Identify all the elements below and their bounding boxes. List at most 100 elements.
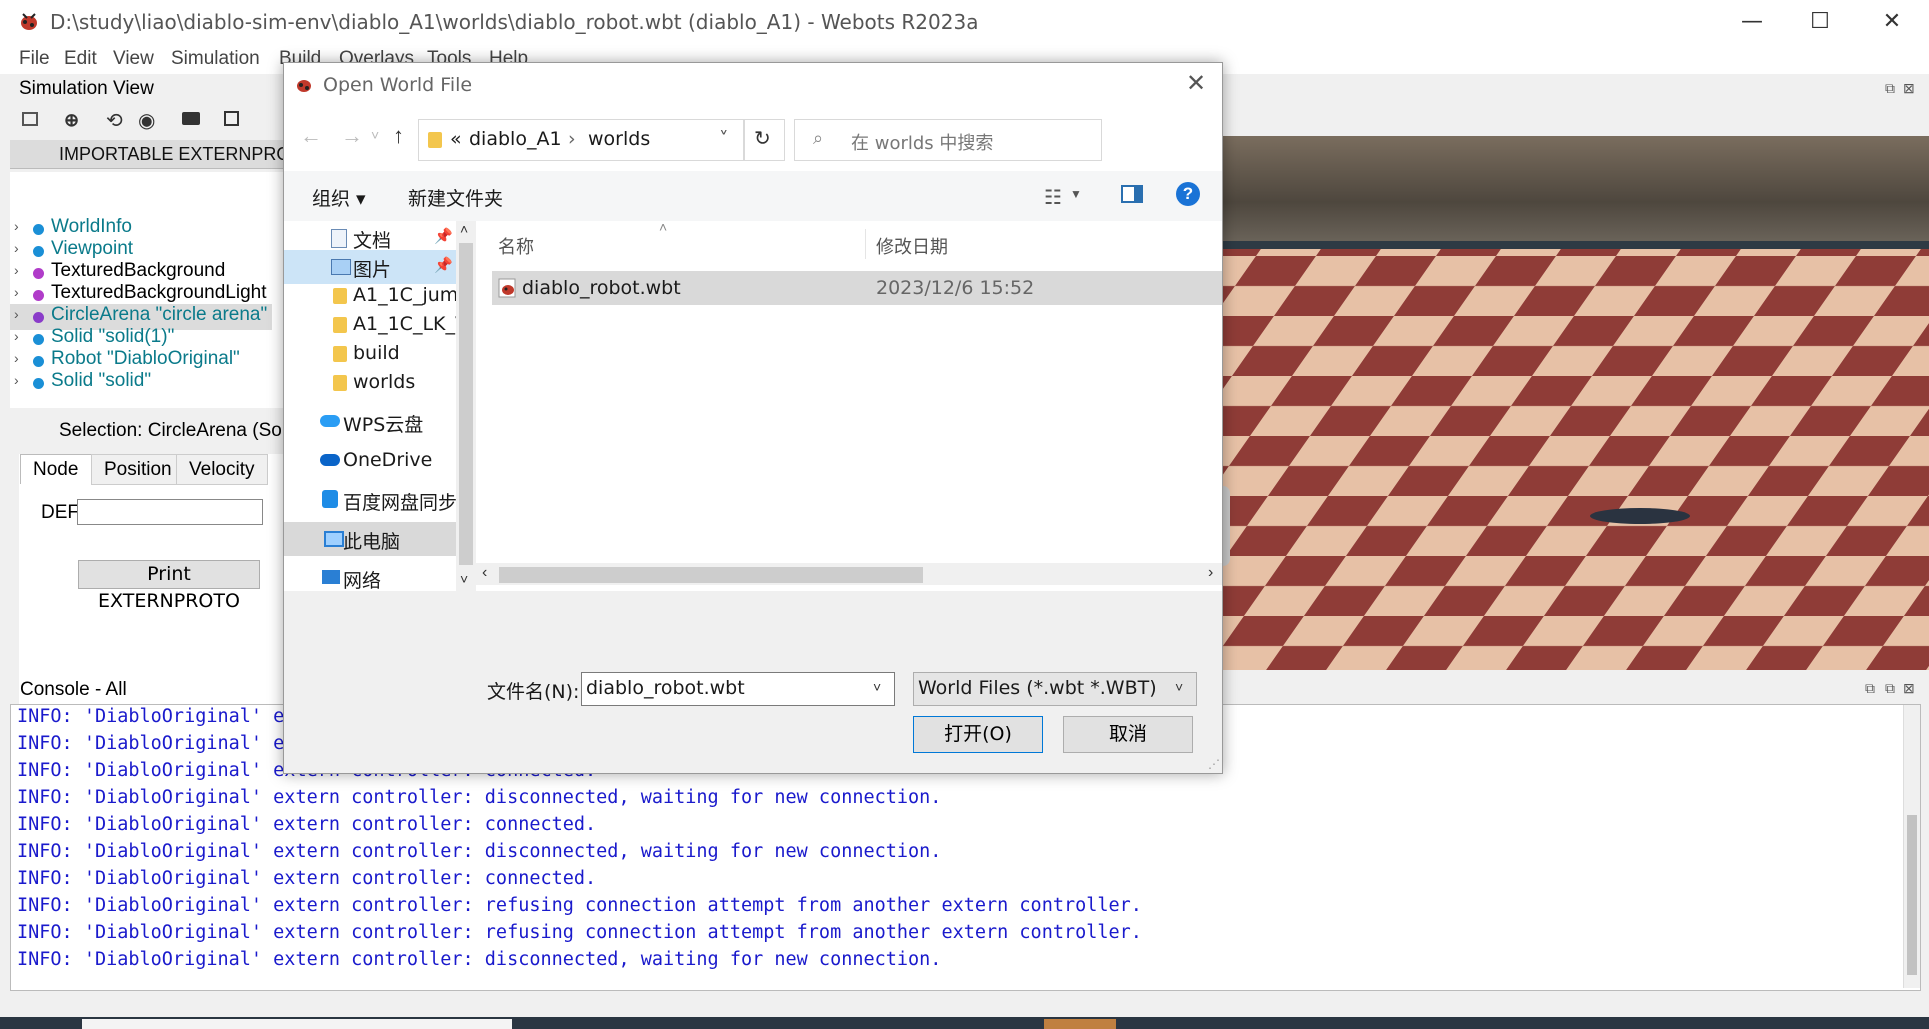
expand-arrow-icon[interactable]: ›: [14, 262, 19, 278]
console-undock-icon[interactable]: ⧉: [1865, 680, 1875, 697]
organize-menu[interactable]: 组织 ▾: [312, 184, 366, 211]
expand-arrow-icon[interactable]: ›: [14, 350, 19, 366]
column-divider[interactable]: [865, 229, 866, 259]
console-scrollbar-thumb[interactable]: [1907, 815, 1917, 975]
column-header-name[interactable]: 名称: [498, 233, 534, 259]
scroll-left-icon[interactable]: ‹: [482, 564, 487, 582]
breadcrumb-part[interactable]: diablo_A1: [469, 128, 562, 150]
nav-item-onedrive[interactable]: OneDrive: [284, 444, 456, 478]
robot-shadow: [1590, 508, 1690, 524]
open-folder-icon[interactable]: [182, 112, 200, 125]
eye-icon[interactable]: ◉: [138, 108, 155, 133]
expand-arrow-icon[interactable]: ›: [14, 372, 19, 388]
preview-pane-icon[interactable]: [1121, 185, 1143, 203]
3d-scene-view[interactable]: [1220, 136, 1929, 670]
console-close-icon[interactable]: ⊠: [1903, 680, 1915, 697]
dialog-title: Open World File: [323, 74, 473, 96]
cancel-button[interactable]: 取消: [1063, 716, 1193, 753]
hscrollbar-thumb[interactable]: [499, 567, 923, 583]
chevron-down-icon[interactable]: ˅: [719, 128, 729, 150]
console-line: INFO: 'DiabloOriginal' extern controller…: [17, 814, 597, 835]
node-dot-icon: [33, 312, 44, 323]
save-icon[interactable]: [224, 111, 239, 126]
console-line: INFO: 'DiabloOriginal' extern controller…: [17, 787, 942, 808]
view-options-icon[interactable]: ☷: [1044, 185, 1062, 210]
close-window-button[interactable]: ✕: [1872, 6, 1912, 38]
up-arrow-icon[interactable]: ↑: [393, 123, 404, 149]
resize-grip-icon[interactable]: ⋰: [1208, 757, 1220, 771]
taskbar-search-box[interactable]: [82, 1019, 512, 1029]
chevron-down-icon[interactable]: ˅: [1175, 679, 1183, 695]
expand-arrow-icon[interactable]: ›: [14, 284, 19, 300]
expand-arrow-icon[interactable]: ›: [14, 328, 19, 344]
taskbar-strip: [0, 1017, 1929, 1029]
nav-item-worlds[interactable]: worlds: [284, 366, 456, 400]
folder-icon: [333, 375, 347, 391]
refresh-icon: ↻: [754, 128, 771, 150]
expand-arrow-icon[interactable]: ›: [14, 218, 19, 234]
filename-input[interactable]: diablo_robot.wbt ˅: [581, 672, 895, 706]
search-input[interactable]: 在 worlds 中搜索: [851, 129, 993, 155]
console-float-icon[interactable]: ⧉: [1885, 680, 1895, 697]
menu-view[interactable]: View: [113, 48, 154, 70]
back-arrow-icon[interactable]: ←: [300, 123, 322, 149]
node-dot-icon: [33, 378, 44, 389]
help-icon[interactable]: ?: [1176, 182, 1200, 206]
expand-arrow-icon[interactable]: ›: [14, 306, 19, 322]
new-folder-button[interactable]: 新建文件夹: [408, 184, 503, 211]
reload-icon[interactable]: ⟲: [106, 108, 123, 133]
importable-externproto-header[interactable]: IMPORTABLE EXTERNPROTO: [10, 140, 315, 169]
expand-arrow-icon[interactable]: ›: [14, 240, 19, 256]
console-scrollbar[interactable]: [1903, 705, 1920, 988]
taskbar-app-icon[interactable]: [1044, 1019, 1116, 1029]
breadcrumb-part[interactable]: worlds: [588, 128, 650, 150]
menu-edit[interactable]: Edit: [64, 48, 97, 70]
navigation-scrollbar[interactable]: ˄ ˅: [456, 221, 476, 591]
picture-icon: [331, 259, 351, 275]
tab-position[interactable]: Position: [91, 454, 178, 485]
chevron-down-icon[interactable]: ˅: [873, 679, 881, 695]
simulation-view-title: Simulation View: [19, 78, 154, 99]
scroll-up-icon[interactable]: ˄: [460, 221, 468, 237]
webots-logo-icon: [21, 13, 37, 30]
scroll-down-icon[interactable]: ˅: [460, 571, 468, 587]
folder-icon: [333, 288, 347, 304]
folder-icon: [428, 132, 442, 148]
refresh-button[interactable]: ↻: [743, 119, 785, 161]
nav-item-baidu-netdisk[interactable]: 百度网盘同步空间: [284, 483, 456, 517]
open-button[interactable]: 打开(O): [913, 716, 1043, 753]
recent-dropdown-icon[interactable]: ˅: [371, 127, 379, 143]
document-icon: [331, 229, 347, 248]
column-header-modified[interactable]: 修改日期: [876, 233, 948, 259]
nav-item-wps-cloud[interactable]: WPS云盘: [284, 405, 456, 439]
view-dropdown-icon[interactable]: ▼: [1070, 187, 1082, 201]
minimize-button[interactable]: —: [1732, 6, 1772, 38]
menu-file[interactable]: File: [19, 48, 50, 70]
chevron-right-icon: ›: [568, 128, 576, 150]
pin-icon: 📌: [434, 256, 453, 274]
search-box[interactable]: ⌕ 在 worlds 中搜索: [794, 119, 1102, 161]
navigation-scrollbar-thumb[interactable]: [459, 243, 473, 565]
print-externproto-button[interactable]: Print EXTERNPROTO: [78, 560, 260, 612]
menu-simulation[interactable]: Simulation: [171, 48, 260, 70]
breadcrumb-overflow[interactable]: «: [450, 128, 462, 150]
console-line: INFO: 'DiabloOriginal' extern controller…: [17, 841, 942, 862]
add-node-icon[interactable]: ⊕: [64, 110, 79, 131]
tab-node[interactable]: Node: [20, 454, 92, 484]
file-row[interactable]: diablo_robot.wbt 2023/12/6 15:52: [492, 271, 1222, 305]
hide-panel-icon[interactable]: [22, 112, 38, 126]
forward-arrow-icon[interactable]: →: [341, 123, 363, 149]
nav-item-network[interactable]: 网络: [284, 561, 456, 591]
file-type-select[interactable]: World Files (*.wbt *.WBT) ˅: [913, 672, 1197, 706]
breadcrumb[interactable]: « diablo_A1 › worlds ˅: [418, 119, 745, 161]
dialog-close-icon[interactable]: ✕: [1186, 69, 1206, 98]
maximize-button[interactable]: ☐: [1800, 6, 1840, 38]
file-list-hscrollbar[interactable]: ‹ ›: [476, 563, 1222, 585]
nav-item-this-pc[interactable]: 此电脑: [284, 522, 456, 556]
scroll-right-icon[interactable]: ›: [1208, 564, 1213, 582]
webots-logo-icon: [297, 80, 311, 92]
tab-velocity[interactable]: Velocity: [176, 454, 268, 485]
close-panel-icon[interactable]: ⊠: [1903, 80, 1915, 97]
def-input[interactable]: [77, 499, 263, 525]
undock-icon[interactable]: ⧉: [1885, 80, 1895, 97]
